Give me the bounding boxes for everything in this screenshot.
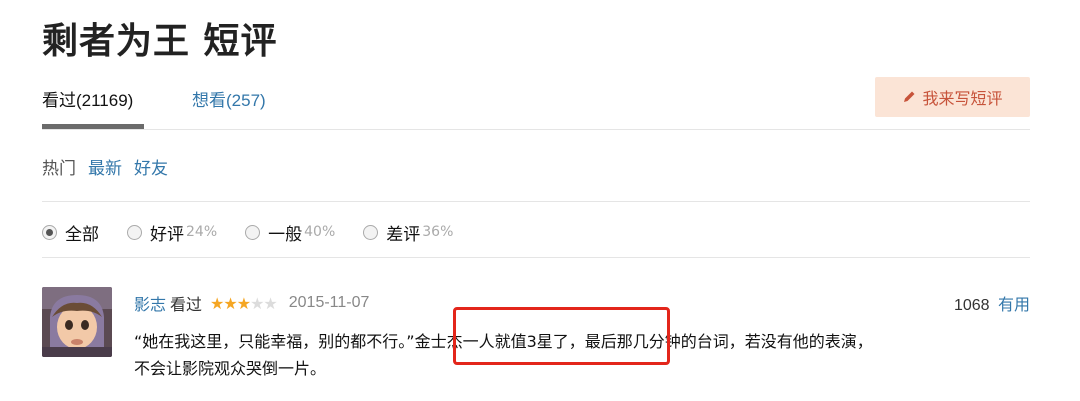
- avatar-image: [42, 287, 112, 357]
- radio-positive[interactable]: [127, 224, 142, 240]
- page-title: 剩者为王 短评: [42, 21, 278, 62]
- filter-percent: 36%: [422, 224, 454, 240]
- comment-votes: 1068 有用: [954, 291, 1030, 315]
- useful-button[interactable]: 有用: [998, 295, 1030, 314]
- divider: [42, 257, 1030, 258]
- divider: [42, 201, 1030, 202]
- sort-latest[interactable]: 最新: [88, 154, 122, 179]
- sort-friends[interactable]: 好友: [134, 154, 168, 179]
- filter-label: 好评: [150, 224, 184, 245]
- filter-percent: 24%: [186, 224, 218, 240]
- filter-all[interactable]: 全部: [42, 220, 99, 245]
- divider: [42, 129, 1030, 130]
- star-filled-icon: ★: [223, 293, 237, 313]
- filter-neutral[interactable]: 一般 40%: [245, 220, 335, 245]
- star-filled-icon: ★: [210, 293, 224, 313]
- filter-positive[interactable]: 好评 24%: [127, 220, 217, 245]
- pencil-icon: [904, 91, 915, 102]
- radio-negative[interactable]: [363, 224, 379, 240]
- radio-all[interactable]: [42, 224, 57, 240]
- vote-count: 1068: [953, 297, 990, 314]
- rating-stars: ★★★★★: [210, 293, 278, 313]
- sort-options: 热门 最新 好友: [42, 154, 168, 179]
- filter-percent: 40%: [304, 224, 336, 240]
- star-filled-icon: ★: [236, 293, 251, 313]
- write-review-button[interactable]: 我来写短评: [875, 77, 1030, 117]
- comment-date: 2015-11-07: [288, 294, 370, 311]
- comment-status: 看过: [170, 295, 203, 314]
- filter-label: 一般: [268, 224, 303, 245]
- rating-filter: 全部 好评 24% 一般 40% 差评 36%: [42, 218, 481, 246]
- comment-user[interactable]: 影志: [134, 291, 166, 315]
- tab-watched[interactable]: 看过(21169): [42, 86, 133, 111]
- avatar[interactable]: [42, 287, 112, 357]
- star-empty-icon: ★: [250, 293, 264, 313]
- tab-want-to-watch[interactable]: 想看(257): [192, 86, 266, 111]
- filter-label: 全部: [65, 224, 99, 245]
- filter-negative[interactable]: 差评 36%: [363, 220, 453, 245]
- write-review-label: 我来写短评: [922, 89, 1003, 108]
- sort-hot[interactable]: 热门: [42, 154, 76, 179]
- star-empty-icon: ★: [263, 293, 277, 313]
- radio-neutral[interactable]: [245, 224, 261, 240]
- highlight-box: [453, 307, 670, 365]
- filter-label: 差评: [386, 224, 421, 245]
- comment-meta: 影志 看过 ★★★★★ 2015-11-07: [134, 291, 369, 315]
